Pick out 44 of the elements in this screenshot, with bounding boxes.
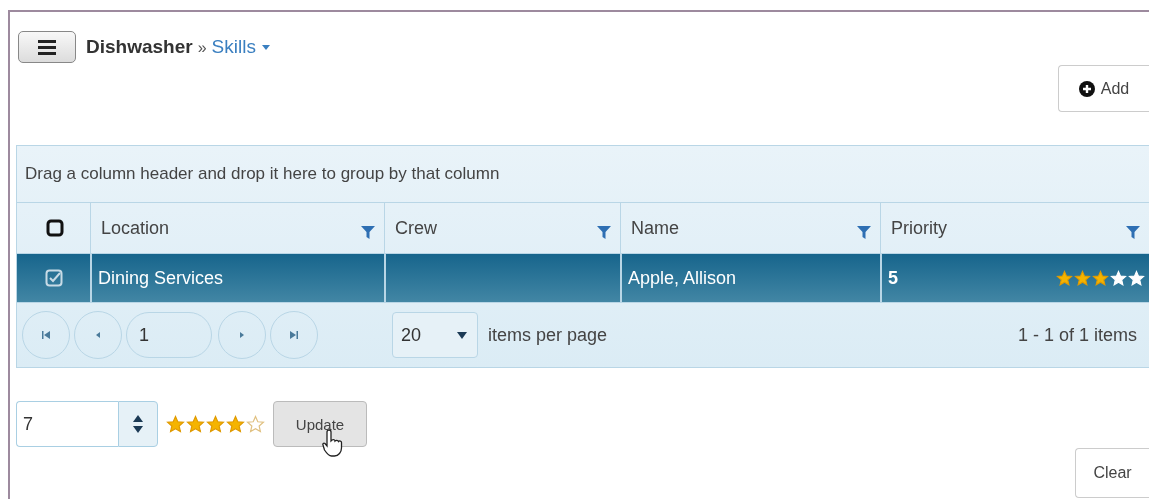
plus-circle-icon (1078, 80, 1095, 97)
star-rating[interactable] (166, 414, 265, 434)
column-header[interactable]: Priority (891, 217, 947, 239)
filter-icon[interactable] (1125, 224, 1141, 240)
caret-icon (261, 44, 270, 50)
table-cell: Apple, Allison (628, 267, 737, 289)
page-size-dropdown[interactable]: 20 (392, 312, 478, 358)
column-header[interactable]: Crew (395, 217, 437, 239)
last-page-icon (289, 330, 299, 340)
clear-button[interactable]: Clear (1075, 448, 1149, 498)
breadcrumb-link[interactable]: Dishwasher (86, 36, 193, 58)
filled-star-icon (166, 414, 185, 434)
filled-star-icon (226, 414, 245, 434)
add-button[interactable]: Add (1058, 65, 1149, 112)
column-header[interactable]: Name (631, 217, 679, 239)
filled-star-icon (1074, 269, 1091, 287)
table-cell: 5 (888, 267, 898, 289)
empty-star-icon (1128, 269, 1145, 287)
pager-summary: 1 - 1 of 1 items (1017, 324, 1137, 346)
filter-icon[interactable] (596, 224, 612, 240)
filled-star-icon (1092, 269, 1109, 287)
table-row[interactable]: Dining Services Apple, Allison 5 (17, 254, 1149, 302)
group-hint: Drag a column header and drop it here to group by that column (25, 164, 500, 184)
first-page-icon (41, 330, 51, 340)
page-size-label: items per page (488, 324, 608, 346)
column-header[interactable]: Location (101, 217, 170, 239)
breadcrumb-dropdown[interactable]: Skills (211, 36, 270, 58)
filter-icon[interactable] (856, 224, 872, 240)
star-rating[interactable] (1056, 269, 1145, 287)
table-cell: Dining Services (98, 267, 224, 289)
empty-star-icon (246, 414, 265, 434)
breadcrumb-separator: » (197, 39, 207, 57)
spinner-icon[interactable] (133, 415, 143, 433)
empty-star-icon (1110, 269, 1127, 287)
menu-button[interactable] (18, 31, 76, 63)
filled-star-icon (1056, 269, 1073, 287)
filter-icon[interactable] (360, 224, 376, 240)
filled-star-icon (186, 414, 205, 434)
checkbox-icon[interactable] (45, 219, 64, 237)
caret-icon (457, 331, 467, 339)
menu-icon (38, 39, 56, 55)
number-field[interactable]: 7 (16, 401, 118, 447)
filled-star-icon (206, 414, 225, 434)
checked-checkbox-icon[interactable] (44, 269, 63, 287)
